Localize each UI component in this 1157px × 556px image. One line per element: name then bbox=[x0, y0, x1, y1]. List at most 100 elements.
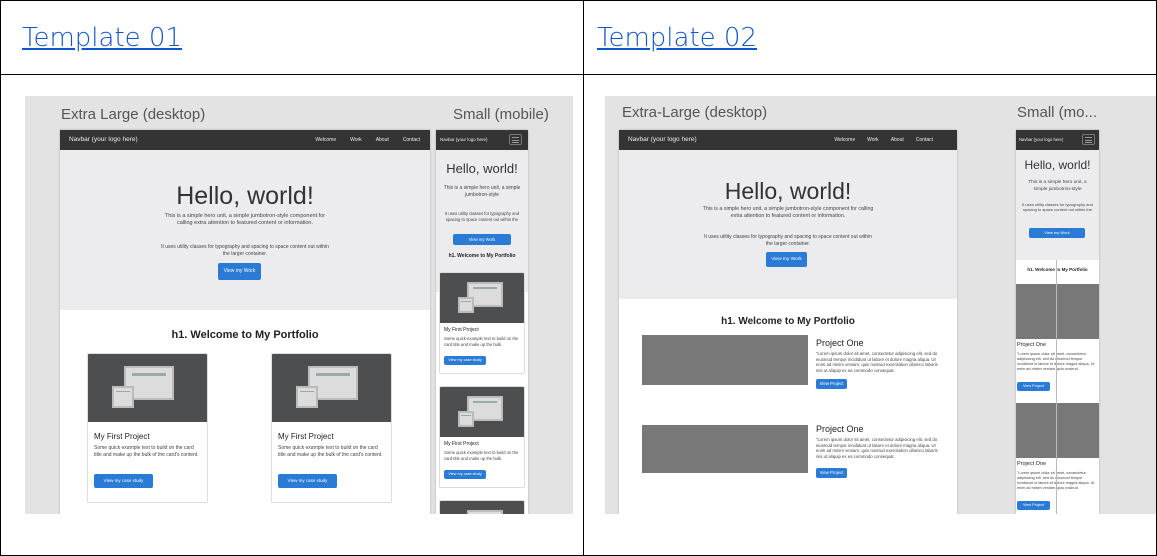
template-01-preview: Extra Large (desktop) Small (mobile) Nav… bbox=[25, 96, 573, 514]
navbar: Navbar (your logo here) Welcome Work Abo… bbox=[60, 130, 430, 150]
card-title: My First Project bbox=[278, 432, 334, 441]
tablet-icon bbox=[458, 411, 474, 427]
nav-work[interactable]: Work bbox=[350, 137, 362, 143]
nav-contact[interactable]: Contact bbox=[916, 137, 933, 143]
mobile-frame: Navbar (your logo here) Hello, world! Th… bbox=[436, 130, 528, 514]
navbar-brand[interactable]: Navbar (your logo here) bbox=[440, 137, 488, 142]
desktop-frame: Navbar (your logo here) Welcome Work Abo… bbox=[60, 130, 430, 514]
nav-welcome[interactable]: Welcome bbox=[834, 137, 855, 143]
project-text: "Lorem ipsum dolor sit amet, consectetur… bbox=[816, 437, 938, 459]
project-title: Project One bbox=[816, 338, 864, 348]
mobile-center-guide bbox=[1056, 260, 1057, 514]
card-image bbox=[272, 354, 391, 422]
project-card: My First Project Some quick example text… bbox=[439, 272, 525, 374]
project-card: My First Project Some quick example text… bbox=[271, 353, 392, 503]
nav-about[interactable]: About bbox=[376, 137, 389, 143]
project-title: Project One bbox=[1017, 461, 1047, 467]
desktop-label: Extra Large (desktop) bbox=[61, 106, 206, 123]
project-card: My First Project Some quick example text… bbox=[439, 386, 525, 488]
case-study-button[interactable]: View my case study bbox=[444, 470, 486, 479]
hero-title: Hello, world! bbox=[176, 182, 314, 210]
section-title: h1. Welcome to My Portfolio bbox=[171, 329, 319, 341]
section-title: h1. Welcome to My Portfolio bbox=[1027, 267, 1088, 272]
mobile-label: Small (mo... bbox=[1017, 104, 1098, 121]
case-study-button[interactable]: View my case study bbox=[444, 356, 486, 365]
mobile-hero: Hello, world! This is a simple hero unit… bbox=[436, 150, 528, 292]
project-title: Project One bbox=[816, 424, 864, 434]
desktop-frame: Navbar (your logo here) Welcome Work Abo… bbox=[619, 130, 957, 514]
template-01-link[interactable]: Template 01 bbox=[22, 23, 182, 53]
card-text: Some quick example text to build on the … bbox=[444, 450, 519, 461]
hero-text: This is a simple hero unit, a simple jum… bbox=[1028, 180, 1087, 192]
mobile-navbar: Navbar (your logo here) bbox=[436, 130, 528, 150]
project-image bbox=[1016, 403, 1099, 458]
section-title: h1. Welcome to My Portfolio bbox=[721, 316, 855, 327]
nav-contact[interactable]: Contact bbox=[403, 137, 420, 143]
view-project-button[interactable]: View Project bbox=[1017, 382, 1050, 391]
desktop-label: Extra-Large (desktop) bbox=[622, 104, 768, 121]
card-text: Some quick example text to build on the … bbox=[278, 445, 383, 458]
case-study-button[interactable]: View my case study bbox=[94, 474, 153, 488]
hamburger-menu-icon[interactable] bbox=[509, 134, 522, 145]
view-work-button[interactable]: View my Work bbox=[218, 263, 261, 280]
card-image bbox=[440, 501, 524, 514]
hero-subtext: It uses utility classes for typography a… bbox=[1022, 202, 1093, 213]
section-title: h1. Welcome to My Portfolio bbox=[448, 253, 516, 259]
card-title: My First Project bbox=[444, 441, 479, 447]
view-project-button[interactable]: View Project bbox=[1017, 501, 1050, 510]
hero-subtext: It uses utility classes for typography a… bbox=[161, 244, 329, 257]
project-image bbox=[642, 335, 808, 385]
navbar-brand[interactable]: Navbar (your logo here) bbox=[628, 136, 697, 143]
hero-text: This is a simple hero unit, a simple jum… bbox=[702, 206, 874, 219]
hero-subtext: It uses utility classes for typography a… bbox=[704, 234, 872, 247]
project-text: "Lorem ipsum dolor sit amet, consectetur… bbox=[816, 351, 938, 373]
card-title: My First Project bbox=[444, 327, 479, 333]
nav-work[interactable]: Work bbox=[867, 137, 879, 143]
nav-welcome[interactable]: Welcome bbox=[315, 137, 336, 143]
view-work-button[interactable]: View my Work bbox=[1029, 228, 1085, 238]
project-text: "Lorem ipsum dolor sit amet, consectetur… bbox=[1017, 352, 1095, 371]
project-title: Project One bbox=[1017, 342, 1047, 348]
hero-title: Hello, world! bbox=[446, 161, 518, 176]
hero-subtext: It uses utility classes for typography a… bbox=[444, 211, 520, 222]
hamburger-menu-icon[interactable] bbox=[1082, 134, 1095, 145]
view-work-button[interactable]: View my Work bbox=[766, 252, 807, 267]
tablet-icon bbox=[458, 297, 474, 313]
project-image bbox=[1016, 284, 1099, 339]
project-card bbox=[439, 500, 525, 514]
card-image bbox=[88, 354, 207, 422]
project-text: "Lorem ipsum dolor sit amet, consectetur… bbox=[1017, 471, 1095, 490]
mobile-label: Small (mobile) bbox=[453, 106, 549, 123]
hero-title: Hello, world! bbox=[1024, 158, 1091, 172]
project-card: My First Project Some quick example text… bbox=[87, 353, 208, 503]
card-text: Some quick example text to build on the … bbox=[94, 445, 199, 458]
hero-text: This is a simple hero unit, a simple jum… bbox=[164, 213, 326, 226]
template-02-link[interactable]: Template 02 bbox=[597, 23, 757, 53]
tablet-icon bbox=[296, 386, 318, 408]
card-title: My First Project bbox=[94, 432, 150, 441]
project-image bbox=[642, 425, 808, 473]
view-project-button[interactable]: View Project bbox=[816, 468, 847, 478]
hero-section: Hello, world! This is a simple hero unit… bbox=[60, 150, 430, 310]
mobile-hero: Hello, world! This is a simple hero unit… bbox=[1016, 150, 1099, 260]
hero-title: Hello, world! bbox=[724, 178, 852, 204]
view-project-button[interactable]: View Project bbox=[816, 379, 847, 389]
mobile-navbar: Navbar (your logo here) bbox=[1016, 130, 1099, 150]
navbar: Navbar (your logo here) Welcome Work Abo… bbox=[619, 130, 957, 150]
hero-text: This is a simple hero unit, a simple jum… bbox=[443, 185, 521, 198]
tablet-icon bbox=[112, 386, 134, 408]
mobile-frame: Navbar (your logo here) Hello, world! Th… bbox=[1016, 130, 1099, 514]
card-image bbox=[440, 273, 524, 323]
case-study-button[interactable]: View my case study bbox=[278, 474, 337, 488]
monitor-icon bbox=[467, 510, 503, 514]
card-image bbox=[440, 387, 524, 437]
template-02-preview: Extra-Large (desktop) Small (mo... Navba… bbox=[605, 96, 1156, 514]
nav-about[interactable]: About bbox=[891, 137, 904, 143]
card-text: Some quick example text to build on the … bbox=[444, 336, 519, 347]
navbar-brand[interactable]: Navbar (your logo here) bbox=[69, 136, 138, 143]
hero-section: Hello, world! This is a simple hero unit… bbox=[619, 150, 957, 299]
navbar-brand[interactable]: Navbar (your logo here) bbox=[1019, 137, 1063, 142]
table-column-divider bbox=[583, 0, 584, 556]
view-work-button[interactable]: View my Work bbox=[453, 234, 511, 245]
table-row-divider bbox=[0, 74, 1157, 75]
